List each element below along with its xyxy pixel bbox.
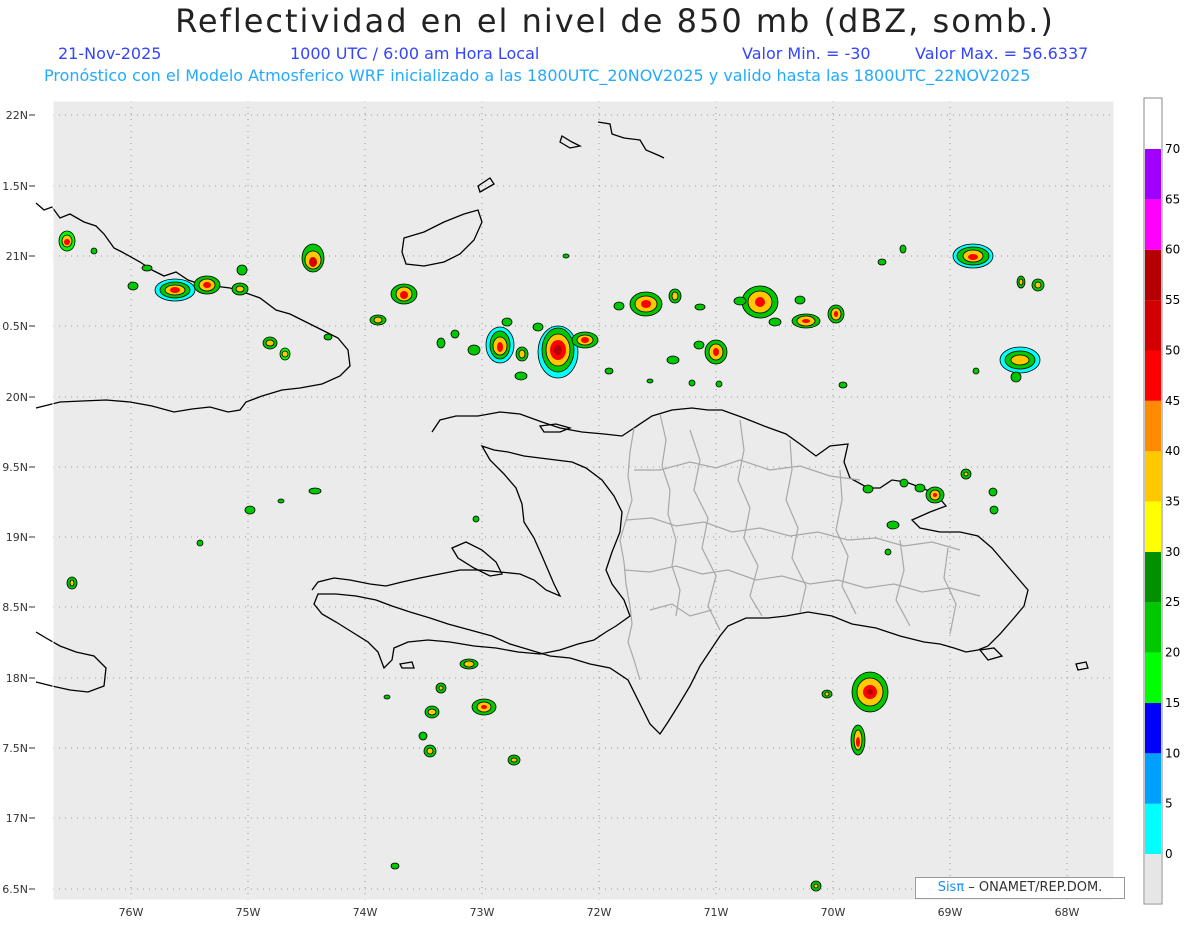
storm-cell — [154, 278, 196, 302]
colorbar-swatch — [1145, 803, 1161, 854]
storm-cell — [629, 291, 663, 317]
storm-cell — [537, 325, 579, 379]
storm-cell — [571, 331, 599, 349]
lon-label: 68W — [1055, 906, 1080, 919]
lat-label: 22N — [6, 109, 28, 122]
colorbar-label: 25 — [1165, 595, 1180, 609]
storm-cell — [810, 880, 822, 892]
storm-cell — [668, 288, 682, 304]
lat-label: 18N — [6, 672, 28, 685]
storm-cell — [301, 243, 325, 273]
lon-label: 74W — [353, 906, 378, 919]
lat-label: 0.5N — [2, 320, 28, 333]
longitude-labels: 76W 75W 74W 73W 72W 71W 70W 69W 68W — [119, 906, 1080, 919]
storm-cell — [925, 486, 945, 504]
storm-cell — [193, 275, 221, 295]
colorbar-label: 5 — [1165, 797, 1173, 811]
lat-label: 17N — [6, 812, 28, 825]
colorbar-label: 15 — [1165, 696, 1180, 710]
storm-cell — [435, 682, 447, 694]
storm-cell — [515, 346, 529, 362]
colorbar-label: 10 — [1165, 746, 1180, 760]
colorbar: 0 5 10 15 20 25 30 35 40 45 50 55 60 65 70 — [1143, 97, 1180, 905]
colorbar-label: 20 — [1165, 646, 1180, 660]
lon-label: 69W — [938, 906, 963, 919]
colorbar-label: 0 — [1165, 847, 1173, 861]
storm-cell — [704, 339, 728, 365]
colorbar-swatch — [1145, 602, 1161, 653]
lon-label: 72W — [587, 906, 612, 919]
storm-cell — [279, 347, 291, 361]
storm-cell — [485, 326, 515, 364]
colorbar-below-range — [1145, 854, 1161, 903]
colorbar-swatch — [1145, 199, 1161, 250]
map-background — [53, 101, 1114, 900]
colorbar-label: 55 — [1165, 293, 1180, 307]
storm-cell — [741, 285, 779, 319]
storm-cell — [791, 313, 821, 329]
storm-cell — [262, 336, 278, 350]
colorbar-label: 50 — [1165, 343, 1180, 357]
storm-cell — [821, 689, 833, 699]
colorbar-swatch — [1145, 149, 1161, 200]
credit-text: – ONAMET/REP.DOM. — [964, 880, 1103, 895]
storm-cell — [58, 230, 76, 252]
colorbar-label: 35 — [1165, 495, 1180, 509]
lat-label: 20N — [6, 391, 28, 404]
storm-cell — [507, 754, 521, 766]
credit-box: Sisπ – ONAMET/REP.DOM. — [915, 877, 1125, 899]
lon-label: 73W — [470, 906, 495, 919]
storm-cell — [999, 346, 1041, 374]
sispi-logo: Sisπ — [937, 880, 965, 895]
colorbar-label: 40 — [1165, 444, 1180, 458]
storm-cell — [369, 314, 387, 326]
lat-label: 1.5N — [2, 180, 28, 193]
colorbar-swatch — [1145, 551, 1161, 603]
latitude-ticks — [29, 114, 35, 890]
lat-label: 6.5N — [2, 883, 28, 896]
storm-cell — [459, 658, 479, 670]
storm-cell — [231, 282, 249, 296]
lat-label: 21N — [6, 250, 28, 263]
lat-label: 9.5N — [2, 461, 28, 474]
colorbar-swatch — [1145, 451, 1161, 502]
storm-cell — [827, 304, 845, 324]
colorbar-swatch — [1145, 300, 1161, 351]
colorbar-label: 70 — [1165, 142, 1180, 156]
colorbar-label: 60 — [1165, 243, 1180, 257]
lon-label: 71W — [704, 906, 729, 919]
storm-cell — [851, 671, 889, 713]
reflectivity-map: 22N 1.5N 21N 0.5N 20N 9.5N 19N 8.5N 18N … — [2, 97, 1180, 919]
lon-label: 70W — [821, 906, 846, 919]
latitude-labels: 22N 1.5N 21N 0.5N 20N 9.5N 19N 8.5N 18N … — [2, 109, 28, 896]
colorbar-swatch — [1145, 501, 1161, 552]
colorbar-swatch — [1145, 400, 1161, 452]
storm-cell — [1031, 278, 1045, 292]
storm-cell — [424, 705, 440, 719]
colorbar-swatch — [1145, 350, 1161, 401]
lat-label: 19N — [6, 531, 28, 544]
colorbar-label: 30 — [1165, 545, 1180, 559]
lon-label: 75W — [236, 906, 261, 919]
storm-cell — [423, 744, 437, 758]
colorbar-label: 65 — [1165, 192, 1180, 206]
colorbar-swatch — [1145, 652, 1161, 703]
colorbar-swatch — [1145, 249, 1161, 301]
colorbar-swatch — [1145, 702, 1161, 754]
storm-cell — [850, 724, 866, 756]
colorbar-label: 45 — [1165, 394, 1180, 408]
colorbar-swatch — [1145, 753, 1161, 804]
storm-cell — [1016, 275, 1026, 289]
storm-cell — [66, 576, 78, 590]
lat-label: 7.5N — [2, 742, 28, 755]
storm-cell — [390, 283, 418, 305]
storm-cell — [471, 698, 497, 716]
lat-label: 8.5N — [2, 601, 28, 614]
storm-cell — [960, 468, 972, 480]
storm-cell — [952, 243, 994, 269]
lon-label: 76W — [119, 906, 144, 919]
